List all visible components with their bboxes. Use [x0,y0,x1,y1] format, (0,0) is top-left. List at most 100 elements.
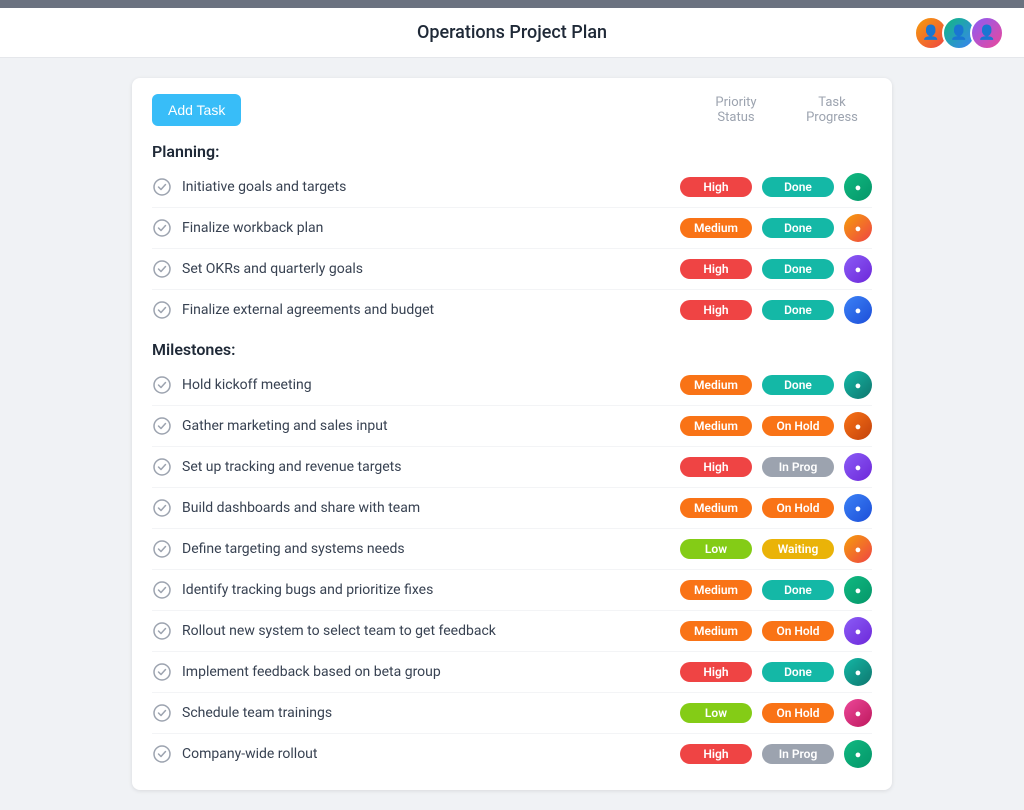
status-badge: Done [762,662,834,682]
task-row: Hold kickoff meetingMedium Done ● [152,365,872,406]
avatar: ● [844,255,872,283]
avatar: ● [844,658,872,686]
task-name: Rollout new system to select team to get… [182,623,680,639]
task-name: Initiative goals and targets [182,179,680,195]
section-title-1: Milestones: [152,340,872,359]
task-row: Schedule team trainingsLowOn Hold● [152,693,872,734]
priority-badge: High [680,177,752,197]
priority-badge: Medium [680,375,752,395]
task-row: Identify tracking bugs and prioritize fi… [152,570,872,611]
check-icon [152,580,172,600]
top-bar [0,0,1024,8]
check-icon [152,218,172,238]
task-badges: Medium On Hold ● [680,412,872,440]
avatar: ● [844,412,872,440]
priority-badge: Medium [680,580,752,600]
task-name: Hold kickoff meeting [182,377,680,393]
avatar: ● [844,296,872,324]
col-header-priority: Priority Status [696,95,776,125]
task-name: Build dashboards and share with team [182,500,680,516]
priority-badge: High [680,457,752,477]
task-name: Identify tracking bugs and prioritize fi… [182,582,680,598]
task-name: Schedule team trainings [182,705,680,721]
status-badge: Done [762,259,834,279]
status-badge: Done [762,580,834,600]
priority-badge: Medium [680,498,752,518]
avatar: ● [844,576,872,604]
section-title-0: Planning: [152,142,872,161]
header-avatars: 👤 👤 👤 [914,16,1004,50]
task-badges: High In Prog ● [680,740,872,768]
status-badge: On Hold [762,416,834,436]
check-icon [152,744,172,764]
status-badge: On Hold [762,498,834,518]
task-name: Define targeting and systems needs [182,541,680,557]
task-badges: LowOn Hold● [680,699,872,727]
avatar-3: 👤 [970,16,1004,50]
status-badge: Done [762,177,834,197]
task-name: Company-wide rollout [182,746,680,762]
priority-badge: High [680,662,752,682]
task-row: Rollout new system to select team to get… [152,611,872,652]
check-icon [152,375,172,395]
status-badge: On Hold [762,621,834,641]
priority-badge: Low [680,703,752,723]
task-row: Company-wide rolloutHigh In Prog ● [152,734,872,774]
task-badges: High Done ● [680,173,872,201]
task-name: Implement feedback based on beta group [182,664,680,680]
task-name: Gather marketing and sales input [182,418,680,434]
priority-badge: Medium [680,218,752,238]
avatar: ● [844,740,872,768]
status-badge: In Prog [762,457,834,477]
avatar: ● [844,214,872,242]
section-0: Planning:Initiative goals and targetsHig… [152,142,872,330]
check-icon [152,300,172,320]
task-row: Set OKRs and quarterly goalsHigh Done ● [152,249,872,290]
task-row: Define targeting and systems needsLowWai… [152,529,872,570]
check-icon [152,662,172,682]
task-row: Initiative goals and targetsHigh Done ● [152,167,872,208]
check-icon [152,416,172,436]
column-headers: Priority Status Task Progress [696,95,872,125]
check-icon [152,177,172,197]
task-badges: High Done ● [680,255,872,283]
add-task-button[interactable]: Add Task [152,94,241,126]
task-badges: Medium Done ● [680,371,872,399]
status-badge: Done [762,300,834,320]
task-name: Finalize external agreements and budget [182,302,680,318]
task-row: Finalize workback planMedium Done ● [152,208,872,249]
avatar: ● [844,371,872,399]
avatar: ● [844,699,872,727]
header: Operations Project Plan 👤 👤 👤 [0,8,1024,58]
task-row: Finalize external agreements and budgetH… [152,290,872,330]
project-card: Add Task Priority Status Task Progress P… [132,78,892,790]
check-icon [152,539,172,559]
check-icon [152,703,172,723]
section-1: Milestones:Hold kickoff meetingMediumDon… [152,340,872,774]
status-badge: Done [762,375,834,395]
task-badges: High Done ● [680,296,872,324]
status-badge: Done [762,218,834,238]
task-badges: MediumOn Hold● [680,494,872,522]
priority-badge: High [680,300,752,320]
task-name: Set OKRs and quarterly goals [182,261,680,277]
task-badges: HighIn Prog● [680,453,872,481]
priority-badge: Medium [680,416,752,436]
priority-badge: High [680,744,752,764]
avatar: ● [844,173,872,201]
task-row: Gather marketing and sales inputMedium On… [152,406,872,447]
avatar: ● [844,535,872,563]
main-content: Add Task Priority Status Task Progress P… [0,58,1024,810]
toolbar: Add Task Priority Status Task Progress [152,94,872,126]
task-row: Set up tracking and revenue targetsHighI… [152,447,872,488]
priority-badge: High [680,259,752,279]
priority-badge: Medium [680,621,752,641]
check-icon [152,457,172,477]
check-icon [152,621,172,641]
avatar: ● [844,617,872,645]
col-header-progress: Task Progress [792,95,872,125]
priority-badge: Low [680,539,752,559]
task-name: Finalize workback plan [182,220,680,236]
check-icon [152,498,172,518]
status-badge: In Prog [762,744,834,764]
